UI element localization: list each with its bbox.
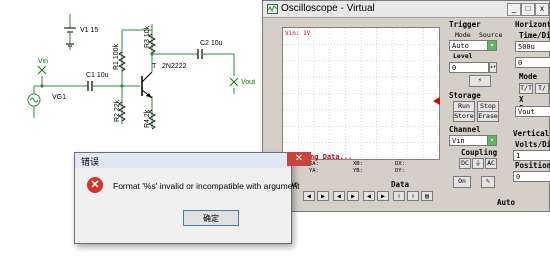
readout-dy: DY: [395,168,405,174]
vin-label: Vin [38,58,48,65]
trigger-level-spinner[interactable]: ▴▾ [489,62,497,73]
cursor-right2-button[interactable]: ▶ [347,191,359,201]
trigger-source-label: Source [479,31,503,39]
v1-label: V1 15 [80,27,99,34]
vertical-position-label: Position [515,161,550,170]
trigger-level-label: Level [453,52,473,60]
channel-probe-icon[interactable]: ✎ [481,176,495,188]
error-dialog-titlebar[interactable]: 错误 [75,153,291,168]
r4-label: R4 2k [144,109,151,128]
channel-dropdown-icon[interactable]: ▾ [487,135,497,146]
r2-label: R2 22k [114,99,121,122]
time-div-field[interactable]: 500u [515,41,550,52]
coupling-label: Coupling [461,148,498,157]
data-print-button[interactable]: ▤ [421,191,433,201]
vertical-title: Vertical [513,129,550,138]
scope-grid [283,28,439,159]
error-icon: ✕ [87,177,103,193]
trigger-edge-button[interactable]: ⚡ [469,75,491,87]
readout-dx: DX: [395,161,405,167]
transistor-ref-label: T [152,63,157,70]
cursor-left3-button[interactable]: ◀ [363,191,375,201]
oscilloscope-app-icon [267,4,278,14]
horizontal-mode-label: Mode [519,72,538,81]
vout-label: Vout [241,79,256,86]
data-import-button[interactable]: ⇩ [393,191,405,201]
c2-label: C2 10u [200,40,223,47]
trigger-level-field[interactable]: 0 [449,62,489,73]
trigger-mode-label: Mode [455,31,471,39]
auto-label: Auto [497,198,516,207]
readout-ya: YA: [309,168,319,174]
c1-label: C1 10u [86,72,109,79]
mode-t-button[interactable]: T/ [535,83,549,94]
readout-xb: XB: [353,161,363,167]
r3-label: R3 10k [144,25,151,48]
error-message: Format '%s' invalid or incompatible with… [113,181,300,191]
transistor-model-label: 2N2222 [162,63,187,70]
time-div-label: Time/Div [519,31,550,40]
vertical-position-field[interactable]: 0 [513,171,550,182]
minimize-button[interactable]: _ [507,3,521,16]
readout-yb: YB: [353,168,363,174]
erase-button[interactable]: Erase [477,111,499,122]
r1-label: R1 100k [113,43,120,70]
cursor-left-button[interactable]: ◀ [303,191,315,201]
error-dialog[interactable]: 错误 ✕ ✕ Format '%s' invalid or incompatib… [74,152,311,244]
vg1-label: VG1 [52,94,67,101]
coupling-ground-button[interactable]: ⏚ [472,158,484,169]
storage-title: Storage [449,91,481,100]
mode-tt-button[interactable]: T/T [519,83,533,94]
oscilloscope-title: Oscilloscope - Virtual [281,3,375,14]
scope-display[interactable]: Vin: 1V [282,27,440,160]
oscilloscope-titlebar[interactable]: Oscilloscope - Virtual _ □ x [263,1,549,18]
oscilloscope-window[interactable]: Oscilloscope - Virtual _ □ x Vin: 1V lec… [262,0,550,212]
data-group-label: Data [391,180,410,189]
volts-div-label: Volts/Div [515,140,550,149]
store-button[interactable]: Store [453,111,475,122]
data-export-button[interactable]: ⇧ [407,191,419,201]
cursor-right-button[interactable]: ▶ [317,191,329,201]
cursor-right3-button[interactable]: ▶ [377,191,389,201]
horizontal-position-field[interactable]: 0 [515,57,550,68]
coupling-dc-button[interactable]: DC [459,158,471,169]
ok-button[interactable]: 确定 [183,210,239,226]
coupling-ac-button[interactable]: AC [485,158,497,169]
trigger-level-marker-icon[interactable] [433,97,441,105]
channel-on-button[interactable]: On [453,176,471,188]
volts-div-field[interactable]: 1 [513,150,550,161]
close-button[interactable]: x [535,3,549,16]
error-dialog-title: 错误 [81,157,100,167]
error-dialog-close-button[interactable]: ✕ [287,152,311,166]
maximize-button[interactable]: □ [521,3,535,16]
trigger-mode-dropdown-icon[interactable]: ▾ [487,40,497,51]
cursor-left2-button[interactable]: ◀ [333,191,345,201]
trigger-title: Trigger [449,20,481,29]
channel-title: Channel [449,125,481,134]
horizontal-title: Horizonta [515,20,550,29]
x-source-select[interactable]: Vout [515,106,550,117]
screen-channel-label: Vin: 1V [285,30,311,37]
